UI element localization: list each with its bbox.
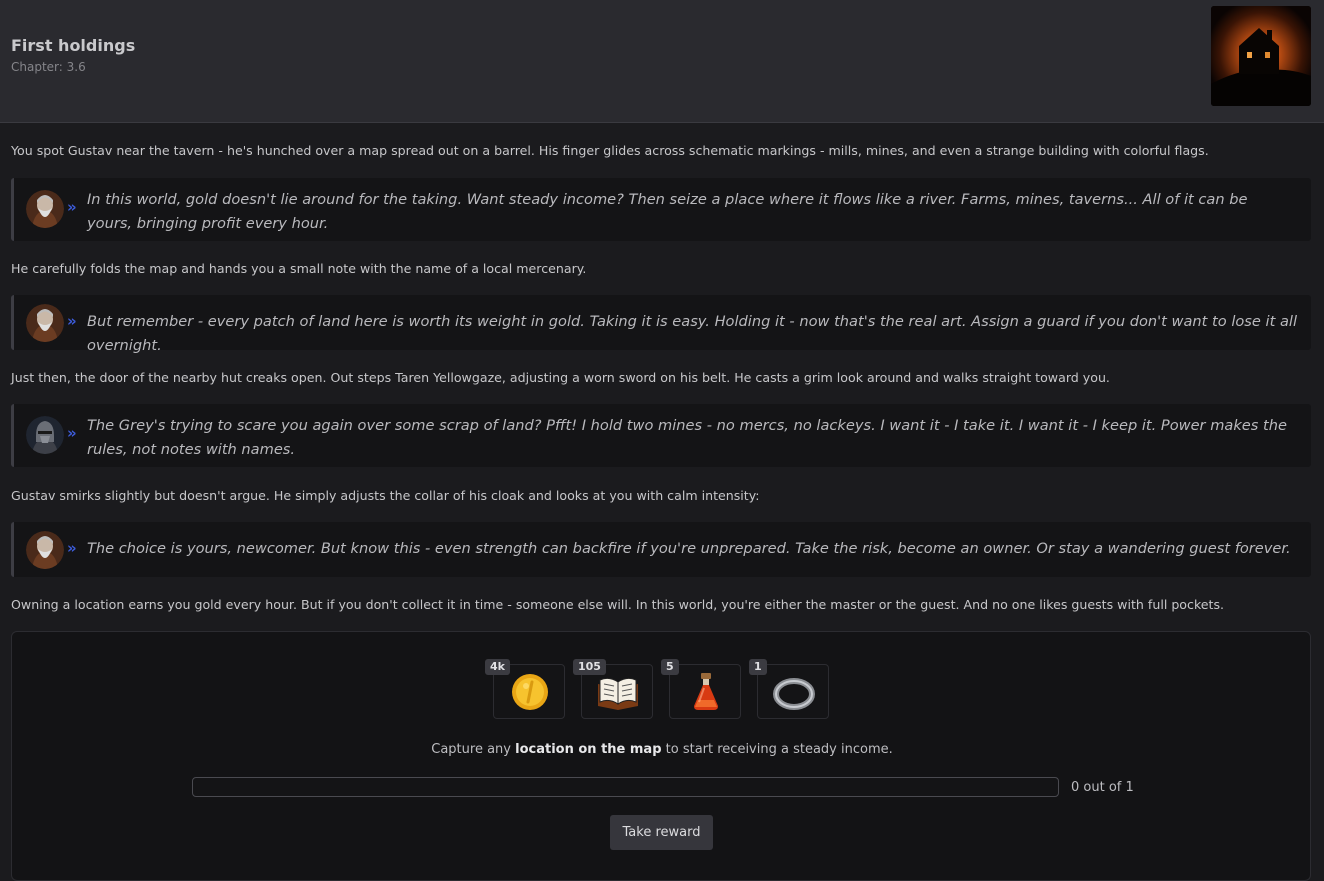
ring-icon [773,678,815,710]
narration-text: He carefully folds the map and hands you… [11,261,587,276]
chevron-icon: » [67,424,77,442]
gold-coin-icon [512,674,548,710]
progress-label: 0 out of 1 [1071,780,1134,795]
dialogue-quote: » But remember - every patch of land her… [11,295,1311,354]
narration-text: Owning a location earns you gold every h… [11,597,1225,612]
quest-objective-panel: 4k 105 5 1 Capture any location on the m… [11,631,1311,881]
reward-potion[interactable]: 5 [661,659,741,719]
take-reward-button[interactable]: Take reward [610,815,713,850]
reward-count: 4k [485,659,510,675]
quote-text: The choice is yours, newcomer. But know … [87,540,1291,557]
chevron-icon: » [67,312,77,330]
narration-text: Just then, the door of the nearby hut cr… [11,370,1110,385]
quest-task-description: Capture any location on the map to start… [12,742,1312,757]
reward-ring[interactable]: 1 [749,659,829,719]
dialogue-quote: » The Grey's trying to scare you again o… [11,404,1311,467]
quest-header: First holdings Chapter: 3.6 [0,0,1324,123]
quest-progress-bar [192,777,1059,797]
narration-text: Gustav smirks slightly but doesn't argue… [11,488,760,503]
gustav-avatar [26,531,64,569]
task-text: to start receiving a steady income. [661,742,893,757]
chapter-label: Chapter: 3.6 [11,60,86,74]
reward-count: 5 [661,659,679,675]
reward-gold[interactable]: 4k [485,659,565,719]
task-text: Capture any [431,742,516,757]
reward-experience[interactable]: 105 [573,659,653,719]
quest-title: First holdings [11,36,136,55]
quote-text: But remember - every patch of land here … [87,313,1297,354]
chevron-icon: » [67,539,77,557]
reward-count: 1 [749,659,767,675]
taren-avatar [26,416,64,454]
gustav-avatar [26,304,64,342]
quote-text: The Grey's trying to scare you again ove… [87,417,1287,458]
house-illustration-icon [1211,6,1311,106]
book-icon [598,677,638,710]
potion-icon [694,673,718,710]
dialogue-quote: » In this world, gold doesn't lie around… [11,178,1311,241]
gustav-avatar [26,190,64,228]
task-highlight: location on the map [515,742,662,757]
narration-text: You spot Gustav near the tavern - he's h… [11,143,1209,158]
chevron-icon: » [67,198,77,216]
quote-text: In this world, gold doesn't lie around f… [87,191,1248,232]
dialogue-quote: » The choice is yours, newcomer. But kno… [11,522,1311,577]
